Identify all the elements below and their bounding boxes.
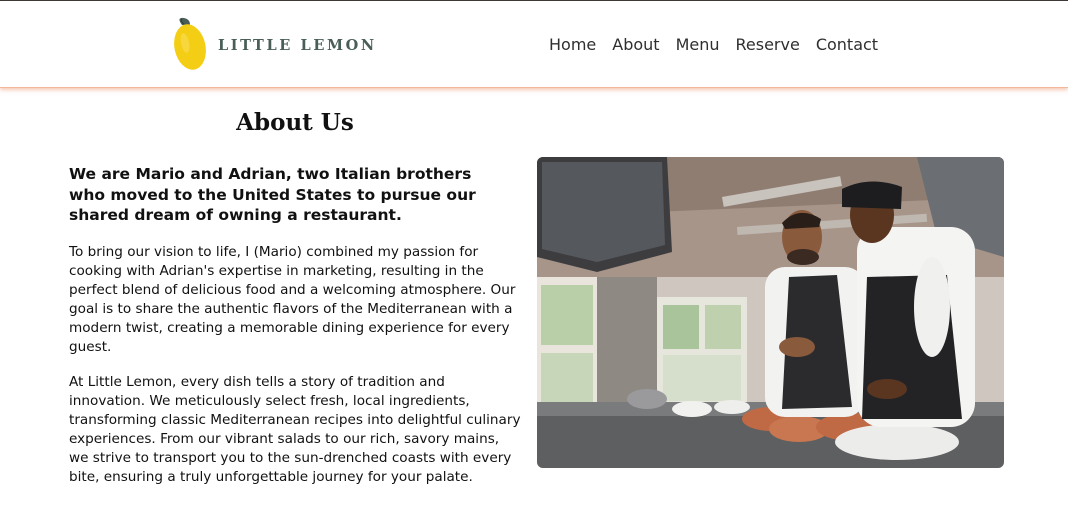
about-paragraph-1: To bring our vision to life, I (Mario) c… xyxy=(69,244,516,355)
kitchen-illustration xyxy=(537,157,1004,468)
page-title: About Us xyxy=(236,109,354,136)
nav-home-link[interactable]: Home xyxy=(549,34,596,56)
nav-contact-link[interactable]: Contact xyxy=(816,34,878,56)
about-lead: We are Mario and Adrian, two Italian bro… xyxy=(69,165,476,224)
nav-reserve-link[interactable]: Reserve xyxy=(736,34,800,56)
lemon-icon xyxy=(174,17,206,70)
nav-menu-link[interactable]: Menu xyxy=(676,34,720,56)
chefs-photo xyxy=(537,157,1004,468)
about-paragraph-2: At Little Lemon, every dish tells a stor… xyxy=(69,374,521,485)
main-nav: Home About Menu Reserve Contact xyxy=(549,34,878,56)
nav-about-link[interactable]: About xyxy=(612,34,659,56)
brand-name: LITTLE LEMON xyxy=(218,37,377,54)
site-header: LITTLE LEMON Home About Menu Reserve Con… xyxy=(0,1,1068,88)
